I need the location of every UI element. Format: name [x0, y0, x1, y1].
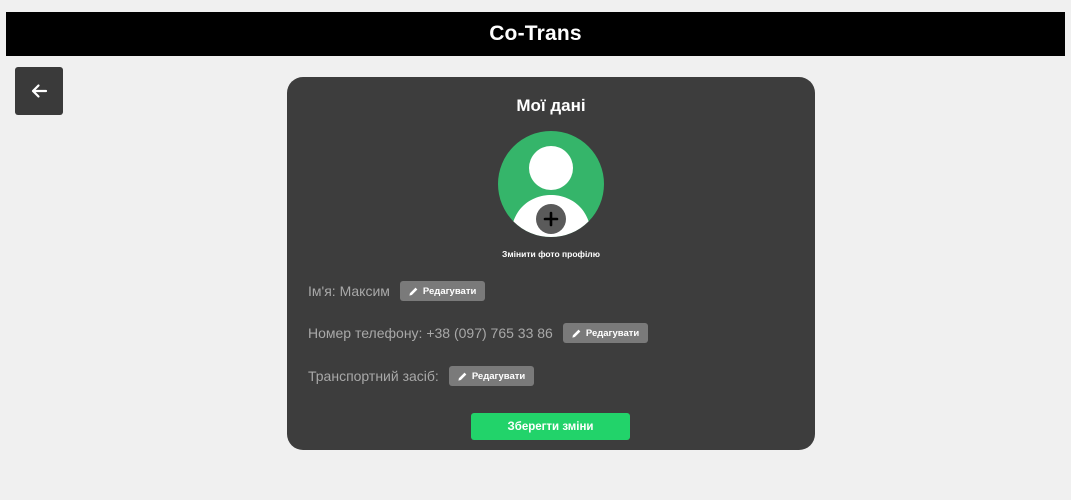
phone-field-row: Номер телефону: +38 (097) 765 33 86 Реда… [308, 322, 649, 344]
save-changes-button[interactable]: Зберегти зміни [471, 413, 630, 440]
add-photo-button[interactable] [536, 204, 566, 234]
edit-phone-label: Редагувати [585, 327, 640, 339]
app-header: Co-Trans [6, 12, 1065, 56]
pencil-icon [572, 329, 581, 338]
page: Co-Trans Мої дані Змінити фото профілю І… [0, 0, 1071, 500]
profile-title: Мої дані [516, 96, 586, 115]
vehicle-field-row: Транспортний засіб: Редагувати [308, 365, 535, 387]
vehicle-label: Транспортний засіб: [308, 368, 439, 384]
name-field-row: Ім'я: Максим Редагувати [308, 280, 486, 302]
pencil-icon [458, 372, 467, 381]
plus-icon [543, 211, 559, 227]
name-value: Максим [339, 283, 390, 299]
app-title: Co-Trans [489, 22, 582, 45]
edit-phone-button[interactable]: Редагувати [562, 323, 649, 343]
profile-card: Мої дані Змінити фото профілю Ім'я: Макс… [287, 77, 815, 450]
edit-name-label: Редагувати [422, 285, 477, 297]
edit-vehicle-button[interactable]: Редагувати [448, 366, 535, 386]
name-label: Ім'я: [308, 283, 336, 299]
change-photo-label[interactable]: Змінити фото профілю [287, 249, 815, 259]
back-button[interactable] [15, 67, 63, 115]
edit-name-button[interactable]: Редагувати [399, 281, 486, 301]
phone-value: +38 (097) 765 33 86 [426, 325, 553, 341]
pencil-icon [409, 287, 418, 296]
edit-vehicle-label: Редагувати [471, 370, 526, 382]
arrow-left-icon [31, 84, 48, 98]
phone-label: Номер телефону: [308, 325, 423, 341]
